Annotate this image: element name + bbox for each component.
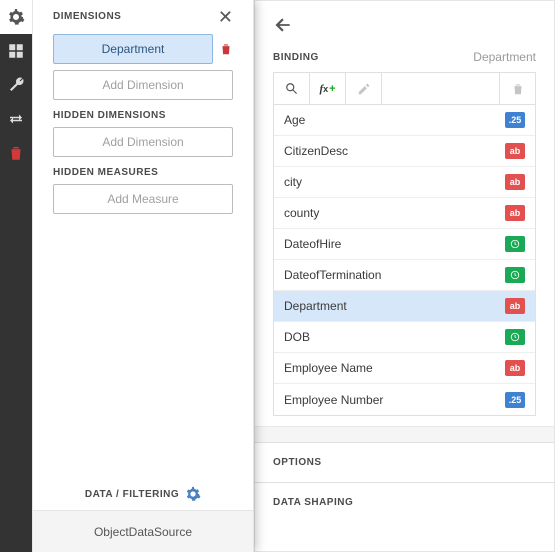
dimensions-label: DIMENSIONS (53, 11, 121, 22)
gear-button[interactable] (0, 0, 32, 34)
search-icon[interactable] (274, 73, 310, 104)
field-name: city (284, 175, 302, 189)
data-filtering-row: DATA / FILTERING (33, 474, 253, 506)
trash-icon (499, 73, 535, 104)
options-section[interactable]: OPTIONS (255, 442, 554, 482)
binding-label: BINDING (273, 52, 319, 63)
field-name: Employee Name (284, 361, 373, 375)
data-shaping-label: DATA SHAPING (273, 497, 536, 508)
field-item[interactable]: Age .25 (274, 105, 535, 136)
field-item[interactable]: DateofHire (274, 229, 535, 260)
date-badge (505, 267, 525, 283)
text-badge: ab (505, 205, 525, 221)
gear-icon[interactable] (185, 486, 201, 502)
data-filtering-label: DATA / FILTERING (85, 489, 179, 500)
left-panel: DIMENSIONS ✕ Department Add Dimension HI… (32, 0, 254, 552)
field-name: Age (284, 113, 305, 127)
delete-icon[interactable] (0, 136, 32, 170)
field-item[interactable]: city ab (274, 167, 535, 198)
options-label: OPTIONS (273, 457, 536, 468)
field-list: Age .25 CitizenDesc ab city ab county ab DateofH… (274, 105, 535, 415)
edit-icon (346, 73, 382, 104)
dimension-chip-department[interactable]: Department (53, 34, 213, 64)
layout-icon[interactable] (0, 34, 32, 68)
binding-value: Department (473, 50, 536, 64)
field-item[interactable]: Employee Name ab (274, 353, 535, 384)
delete-dimension-icon[interactable] (213, 34, 233, 64)
field-name: Department (284, 299, 347, 313)
text-badge: ab (505, 360, 525, 376)
back-button[interactable] (273, 15, 293, 38)
field-name: DateofHire (284, 237, 341, 251)
field-item[interactable]: DateofTermination (274, 260, 535, 291)
add-dimension-button[interactable]: Add Dimension (53, 70, 233, 100)
field-item[interactable]: county ab (274, 198, 535, 229)
binding-box: fx+ Age .25 CitizenDesc ab city ab county ab Dat… (273, 72, 536, 416)
toolbar-sidebar (0, 0, 32, 552)
swap-icon[interactable] (0, 102, 32, 136)
field-name: county (284, 206, 319, 220)
add-hidden-dimension-button[interactable]: Add Dimension (53, 127, 233, 157)
wrench-icon[interactable] (0, 68, 32, 102)
date-badge (505, 329, 525, 345)
field-item[interactable]: DOB (274, 322, 535, 353)
field-item[interactable]: Employee Number .25 (274, 384, 535, 415)
number-badge: .25 (505, 392, 525, 408)
hidden-dimensions-label: HIDDEN DIMENSIONS (53, 110, 233, 121)
hidden-measures-label: HIDDEN MEASURES (53, 167, 233, 178)
text-badge: ab (505, 298, 525, 314)
right-panel: BINDING Department fx+ Age .25 CitizenDesc… (254, 0, 555, 552)
field-item[interactable]: CitizenDesc ab (274, 136, 535, 167)
field-name: CitizenDesc (284, 144, 348, 158)
field-name: Employee Number (284, 393, 383, 407)
add-measure-button[interactable]: Add Measure (53, 184, 233, 214)
binding-toolbar: fx+ (274, 73, 535, 105)
field-item[interactable]: Department ab (274, 291, 535, 322)
field-name: DateofTermination (284, 268, 381, 282)
field-name: DOB (284, 330, 310, 344)
text-badge: ab (505, 143, 525, 159)
add-calculated-field-button[interactable]: fx+ (310, 73, 346, 104)
close-icon[interactable]: ✕ (218, 8, 233, 26)
data-shaping-section[interactable]: DATA SHAPING (255, 482, 554, 522)
text-badge: ab (505, 174, 525, 190)
date-badge (505, 236, 525, 252)
datasource-button[interactable]: ObjectDataSource (33, 510, 253, 552)
number-badge: .25 (505, 112, 525, 128)
